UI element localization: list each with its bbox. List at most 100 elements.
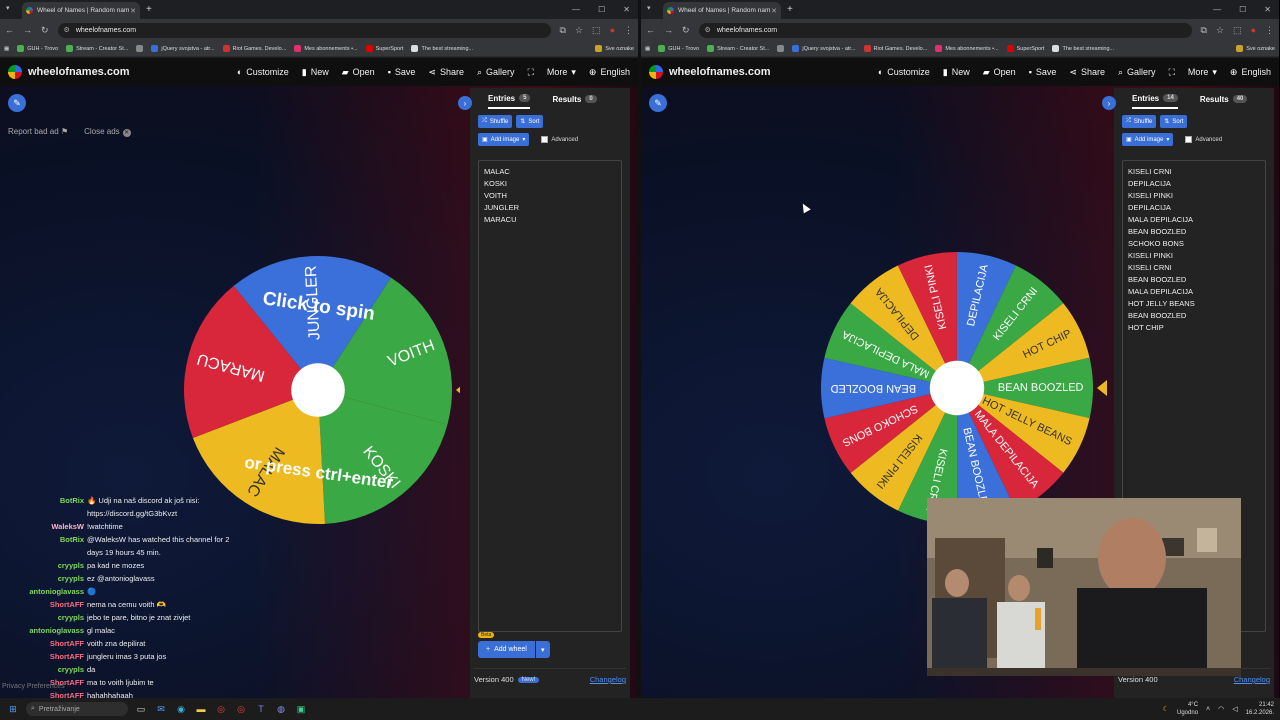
nav-more[interactable]: More ▾ bbox=[1188, 67, 1217, 78]
back-icon[interactable]: ← bbox=[5, 25, 14, 35]
nav-language[interactable]: ⊕ English bbox=[589, 67, 630, 78]
wifi-icon[interactable]: ◠ bbox=[1218, 705, 1224, 713]
forward-icon[interactable]: → bbox=[23, 25, 32, 35]
taskbar-search[interactable]: ⌕ Pretraživanje bbox=[26, 702, 128, 716]
profile-icon[interactable]: ● bbox=[610, 25, 615, 35]
site-info-icon[interactable]: ⚙ bbox=[705, 26, 711, 34]
site-info-icon[interactable]: ⚙ bbox=[64, 26, 70, 34]
bookmark-item[interactable]: GUH - Trovo bbox=[17, 45, 58, 52]
apps-icon[interactable]: ▦ bbox=[4, 46, 9, 52]
star-icon[interactable]: ☆ bbox=[575, 25, 583, 36]
tab-results[interactable]: Results 40 bbox=[1200, 91, 1248, 108]
teams-icon[interactable]: T bbox=[254, 702, 268, 716]
translate-icon[interactable]: ⧉ bbox=[560, 25, 566, 36]
site-logo[interactable]: wheelofnames.com bbox=[649, 65, 770, 79]
reload-icon[interactable]: ↻ bbox=[682, 25, 690, 36]
edit-pencil-button[interactable]: ✎ bbox=[8, 94, 26, 112]
browser-tab[interactable]: Wheel of Names | Random nam ✕ bbox=[663, 2, 781, 19]
fullscreen-button[interactable]: ⛶ bbox=[1169, 67, 1175, 78]
nav-save[interactable]: ▪ Save bbox=[1029, 67, 1057, 77]
back-icon[interactable]: ← bbox=[646, 25, 655, 35]
edge-icon[interactable]: ◉ bbox=[174, 702, 188, 716]
edit-pencil-button[interactable]: ✎ bbox=[649, 94, 667, 112]
bookmarks-folder[interactable]: Sve oznake bbox=[595, 45, 634, 52]
sort-button[interactable]: ⇅ Sort bbox=[516, 115, 544, 128]
new-tab-icon[interactable]: + bbox=[787, 4, 793, 15]
advanced-toggle[interactable]: Advanced bbox=[541, 133, 578, 146]
shuffle-button[interactable]: ⤮ Shuffle bbox=[1122, 115, 1157, 128]
nav-new[interactable]: ▮ New bbox=[302, 67, 329, 78]
menu-icon[interactable]: ⋮ bbox=[624, 25, 633, 36]
maximize-icon[interactable]: ☐ bbox=[1239, 5, 1246, 14]
start-icon[interactable]: ⊞ bbox=[6, 702, 20, 716]
nav-more[interactable]: More ▾ bbox=[547, 67, 576, 78]
reload-icon[interactable]: ↻ bbox=[41, 25, 49, 36]
chevron-up-icon[interactable]: ˄ bbox=[1206, 706, 1210, 713]
bookmark-item[interactable] bbox=[777, 45, 785, 52]
bookmark-item[interactable]: Mes abonnements •... bbox=[294, 45, 358, 52]
nav-new[interactable]: ▮ New bbox=[943, 67, 970, 78]
spin-wheel-right[interactable]: BEAN BOOZLEDHOT JELLY BEANSMALA DEPILACI… bbox=[819, 250, 1109, 530]
close-tab-icon[interactable]: ✕ bbox=[771, 7, 777, 15]
fullscreen-button[interactable]: ⛶ bbox=[528, 67, 534, 78]
new-tab-icon[interactable]: + bbox=[146, 4, 152, 15]
nav-customize[interactable]: ◐ Customize bbox=[237, 67, 289, 77]
nav-open[interactable]: ▰ Open bbox=[342, 67, 375, 78]
address-bar[interactable]: ⚙ wheelofnames.com bbox=[57, 22, 551, 38]
tab-results[interactable]: Results 0 bbox=[552, 91, 597, 108]
chrome-icon[interactable]: ◎ bbox=[214, 702, 228, 716]
nav-open[interactable]: ▰ Open bbox=[983, 67, 1016, 78]
bookmark-item[interactable]: SuperSport bbox=[1006, 45, 1044, 52]
close-window-icon[interactable]: ✕ bbox=[1264, 5, 1271, 14]
nav-save[interactable]: ▪ Save bbox=[388, 67, 416, 77]
discord-icon[interactable]: ◍ bbox=[274, 702, 288, 716]
translate-icon[interactable]: ⧉ bbox=[1201, 25, 1207, 36]
tab-search-icon[interactable]: ▾ bbox=[647, 4, 651, 12]
collapse-panel-button[interactable]: › bbox=[458, 96, 472, 110]
bookmark-item[interactable]: Stream - Creator St... bbox=[707, 45, 769, 52]
add-wheel-dropdown[interactable]: ▾ bbox=[535, 641, 550, 658]
file-explorer-icon[interactable]: ▬ bbox=[194, 702, 208, 716]
bookmark-item[interactable]: The best streaming... bbox=[1052, 45, 1114, 52]
changelog-link[interactable]: Changelog bbox=[1234, 675, 1270, 684]
privacy-preferences-link[interactable]: Privacy Preferences bbox=[2, 683, 65, 690]
clock[interactable]: 21:42 16.2.2026. bbox=[1246, 701, 1274, 717]
weather-icon[interactable]: ☾ bbox=[1163, 705, 1169, 713]
tab-entries[interactable]: Entries 5 bbox=[488, 90, 531, 109]
nav-gallery[interactable]: ⌕ Gallery bbox=[1118, 67, 1156, 78]
changelog-link[interactable]: Changelog bbox=[590, 675, 626, 684]
bookmark-item[interactable] bbox=[136, 45, 144, 52]
nav-customize[interactable]: ◐ Customize bbox=[878, 67, 930, 77]
extensions-icon[interactable]: ⬚ bbox=[1233, 25, 1242, 36]
nav-share[interactable]: ⋖ Share bbox=[1069, 67, 1105, 78]
bookmark-item[interactable]: jQuery svojstva - atr... bbox=[792, 45, 856, 52]
bookmark-item[interactable]: Stream - Creator St... bbox=[66, 45, 128, 52]
bookmark-item[interactable]: The best streaming... bbox=[411, 45, 473, 52]
volume-icon[interactable]: ◁ bbox=[1232, 705, 1237, 713]
app-icon[interactable]: ▣ bbox=[294, 702, 308, 716]
sort-button[interactable]: ⇅ Sort bbox=[1160, 115, 1188, 128]
tab-search-icon[interactable]: ▾ bbox=[6, 4, 10, 12]
maximize-icon[interactable]: ☐ bbox=[598, 5, 605, 14]
advanced-toggle[interactable]: Advanced bbox=[1185, 133, 1222, 146]
add-wheel-button[interactable]: + Add wheel bbox=[478, 641, 535, 658]
add-image-button[interactable]: ▣ Add image ▾ bbox=[478, 133, 530, 146]
weather-widget[interactable]: 4°C Ugodno bbox=[1177, 701, 1198, 717]
spin-wheel-left[interactable]: KOSKIMALACMARACUJUNGLERVOITHClick to spi… bbox=[180, 254, 460, 530]
chrome-icon[interactable]: ◎ bbox=[234, 702, 248, 716]
shuffle-button[interactable]: ⤮ Shuffle bbox=[478, 115, 513, 128]
tab-entries[interactable]: Entries 14 bbox=[1132, 90, 1178, 109]
bookmark-item[interactable]: GUH - Trovo bbox=[658, 45, 699, 52]
bookmark-item[interactable]: SuperSport bbox=[365, 45, 403, 52]
profile-icon[interactable]: ● bbox=[1251, 25, 1256, 35]
bookmark-item[interactable]: jQuery svojstva - atr... bbox=[151, 45, 215, 52]
close-tab-icon[interactable]: ✕ bbox=[130, 7, 136, 15]
mail-icon[interactable]: ✉ bbox=[154, 702, 168, 716]
entries-textarea[interactable]: MALAC KOSKI VOITH JUNGLER MARACU bbox=[478, 160, 622, 632]
site-logo[interactable]: wheelofnames.com bbox=[8, 65, 129, 79]
address-bar[interactable]: ⚙ wheelofnames.com bbox=[698, 22, 1192, 38]
bookmark-item[interactable]: Riot Games. Develo... bbox=[222, 45, 286, 52]
minimize-icon[interactable]: — bbox=[572, 5, 580, 14]
bookmark-item[interactable]: Riot Games. Develo... bbox=[863, 45, 927, 52]
apps-icon[interactable]: ▦ bbox=[645, 46, 650, 52]
